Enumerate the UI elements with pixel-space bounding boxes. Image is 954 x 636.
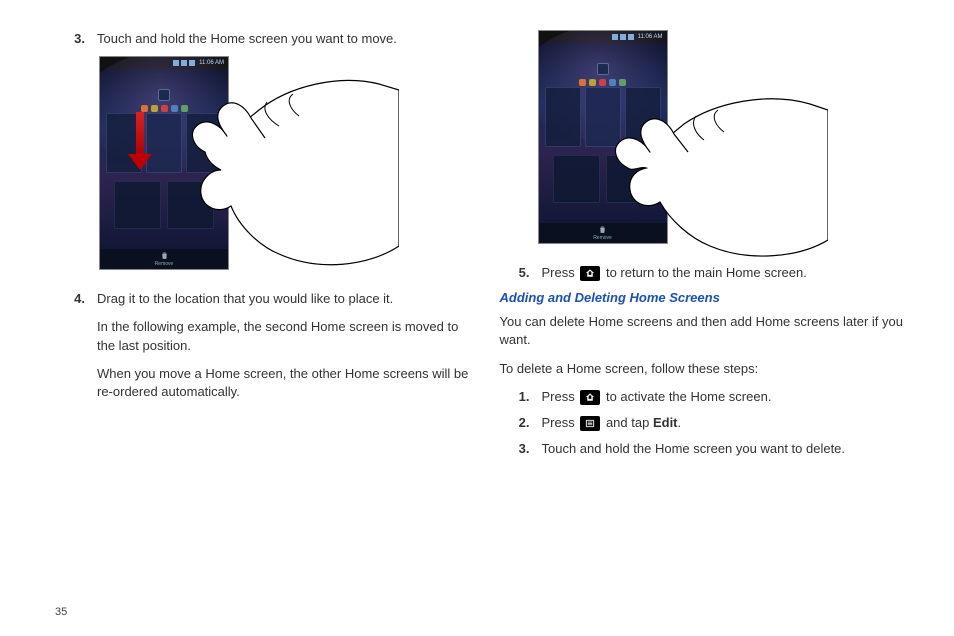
hand-gesture-icon — [169, 66, 399, 276]
home-key-icon — [580, 266, 600, 281]
paragraph: You can delete Home screens and then add… — [500, 313, 915, 349]
page-number: 35 — [55, 606, 67, 618]
left-column: 3. Touch and hold the Home screen you wa… — [55, 30, 470, 466]
substep-1: 1. Press to activate the Home screen. — [500, 388, 915, 406]
drag-arrow-icon — [130, 112, 150, 172]
step-5: 5. Press to return to the main Home scre… — [500, 264, 915, 282]
step-4: 4. Drag it to the location that you woul… — [55, 290, 470, 411]
step-text: Touch and hold the Home screen you want … — [542, 440, 915, 458]
section-heading: Adding and Deleting Home Screens — [500, 290, 915, 305]
step-text: When you move a Home screen, the other H… — [97, 365, 470, 401]
menu-key-icon — [580, 416, 600, 431]
step-text: Press and tap Edit. — [542, 414, 915, 432]
step-text: Press to activate the Home screen. — [542, 388, 915, 406]
step-text: Touch and hold the Home screen you want … — [97, 30, 470, 48]
home-key-icon — [580, 390, 600, 405]
step-number: 3. — [500, 440, 542, 458]
substep-3: 3. Touch and hold the Home screen you wa… — [500, 440, 915, 458]
illustration-move: 11:06 AM — [99, 56, 470, 276]
step-number: 3. — [55, 30, 97, 48]
step-number: 4. — [55, 290, 97, 411]
substep-2: 2. Press and tap Edit. — [500, 414, 915, 432]
illustration-delete: 11:06 AM — [538, 30, 915, 250]
step-3: 3. Touch and hold the Home screen you wa… — [55, 30, 470, 48]
step-text: Drag it to the location that you would l… — [97, 290, 470, 308]
step-number: 5. — [500, 264, 542, 282]
step-number: 1. — [500, 388, 542, 406]
step-text: Press to return to the main Home screen. — [542, 264, 915, 282]
step-text: In the following example, the second Hom… — [97, 318, 470, 354]
paragraph: To delete a Home screen, follow these st… — [500, 360, 915, 378]
hand-gesture-icon — [598, 90, 828, 260]
right-column: 11:06 AM — [500, 30, 915, 466]
step-number: 2. — [500, 414, 542, 432]
